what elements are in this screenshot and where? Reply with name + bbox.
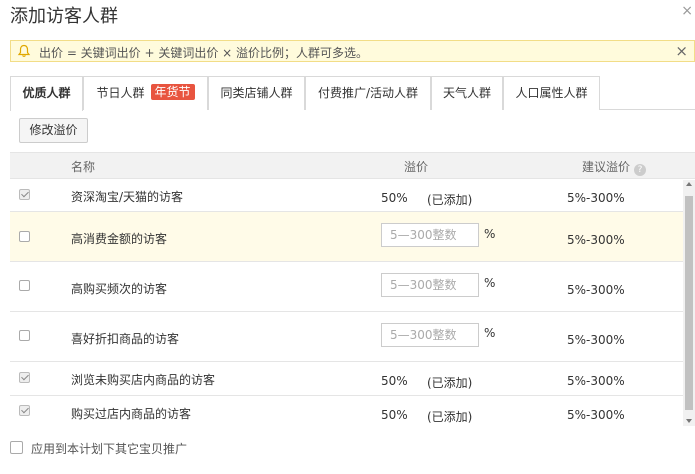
bell-icon (17, 44, 31, 57)
header-suggested-label: 建议溢价 (582, 160, 631, 174)
row-checkbox[interactable] (19, 405, 30, 416)
crowd-name: 购买过店内商品的访客 (71, 407, 192, 421)
table-row: 资深淘宝/天猫的访客 50% (已添加) 5%-300% (10, 179, 683, 212)
apply-checkbox[interactable] (10, 441, 23, 454)
tab-label: 人口属性人群 (515, 86, 588, 100)
modify-premium-button[interactable]: 修改溢价 (19, 118, 88, 143)
tab-paid-promo-crowd[interactable]: 付费推广/活动人群 (305, 76, 431, 110)
table-row: 高消费金额的访客 5—300整数 % 5%-300% (10, 212, 683, 262)
row-checkbox[interactable] (19, 231, 30, 242)
tab-label: 付费推广/活动人群 (317, 86, 419, 100)
tab-quality-crowd[interactable]: 优质人群 (10, 76, 83, 111)
dialog-close-icon[interactable]: × (681, 4, 693, 18)
notice-text: 出价 = 关键词出价 + 关键词出价 × 溢价比例；人群可多选。 (39, 46, 369, 60)
header-premium: 溢价 (404, 160, 429, 174)
table-row: 购买过店内商品的访客 50% (已添加) 5%-300% (10, 396, 683, 426)
header-suggested: 建议溢价? (582, 158, 647, 176)
table-header: 名称 溢价 建议溢价? (10, 153, 695, 179)
table-scrollbar[interactable] (683, 180, 695, 426)
premium-input[interactable]: 5—300整数 (381, 273, 479, 297)
tab-label: 优质人群 (22, 86, 71, 100)
notice-bar: 出价 = 关键词出价 + 关键词出价 × 溢价比例；人群可多选。 × (10, 40, 695, 62)
suggested-range: 5%-300% (567, 191, 625, 205)
premium-input[interactable]: 5—300整数 (381, 323, 479, 347)
notice-close-icon[interactable]: × (675, 42, 688, 60)
premium-value: 50% (381, 191, 408, 205)
tab-label: 同类店铺人群 (220, 86, 293, 100)
premium-input[interactable]: 5—300整数 (381, 223, 479, 247)
scroll-thumb[interactable] (685, 196, 693, 410)
tab-holiday-crowd[interactable]: 节日人群 年货节 (83, 76, 208, 110)
tab-demographic-crowd[interactable]: 人口属性人群 (503, 76, 600, 110)
dialog-title: 添加访客人群 (10, 6, 118, 27)
crowd-table: 名称 溢价 建议溢价? 资深淘宝/天猫的访客 50% (已添加) 5%-300%… (10, 152, 695, 426)
table-row: 喜好折扣商品的访客 5—300整数 % 5%-300% (10, 312, 683, 362)
row-checkbox[interactable] (19, 372, 30, 383)
crowd-name: 高消费金额的访客 (71, 232, 168, 246)
percent-unit: % (484, 276, 496, 290)
new-year-badge: 年货节 (150, 84, 195, 100)
row-checkbox[interactable] (19, 330, 30, 341)
tab-similar-store-crowd[interactable]: 同类店铺人群 (208, 76, 305, 110)
tab-bar: 优质人群 节日人群 年货节 同类店铺人群 付费推广/活动人群 天气人群 人口属性人… (10, 76, 695, 111)
added-status: (已添加) (427, 376, 473, 390)
suggested-range: 5%-300% (567, 283, 625, 297)
percent-unit: % (484, 227, 496, 241)
added-status: (已添加) (427, 410, 473, 424)
tab-weather-crowd[interactable]: 天气人群 (431, 76, 503, 110)
suggested-range: 5%-300% (567, 233, 625, 247)
crowd-name: 浏览未购买店内商品的访客 (71, 373, 216, 387)
tab-label: 节日人群 (96, 86, 145, 100)
crowd-name: 喜好折扣商品的访客 (71, 332, 180, 346)
crowd-name: 资深淘宝/天猫的访客 (71, 190, 184, 204)
table-row: 浏览未购买店内商品的访客 50% (已添加) 5%-300% (10, 362, 683, 396)
apply-label: 应用到本计划下其它宝贝推广 (31, 442, 188, 456)
premium-value: 50% (381, 408, 408, 422)
row-checkbox[interactable] (19, 280, 30, 291)
percent-unit: % (484, 326, 496, 340)
suggested-range: 5%-300% (567, 374, 625, 388)
help-icon[interactable]: ? (634, 164, 647, 176)
tab-label: 天气人群 (442, 86, 491, 100)
scroll-up-icon[interactable] (686, 182, 692, 186)
suggested-range: 5%-300% (567, 408, 625, 422)
header-name: 名称 (71, 160, 96, 174)
added-status: (已添加) (427, 193, 473, 207)
scroll-down-icon[interactable] (686, 419, 692, 423)
premium-value: 50% (381, 374, 408, 388)
crowd-name: 高购买频次的访客 (71, 282, 168, 296)
table-row: 高购买频次的访客 5—300整数 % 5%-300% (10, 262, 683, 312)
suggested-range: 5%-300% (567, 333, 625, 347)
row-checkbox[interactable] (19, 189, 30, 200)
